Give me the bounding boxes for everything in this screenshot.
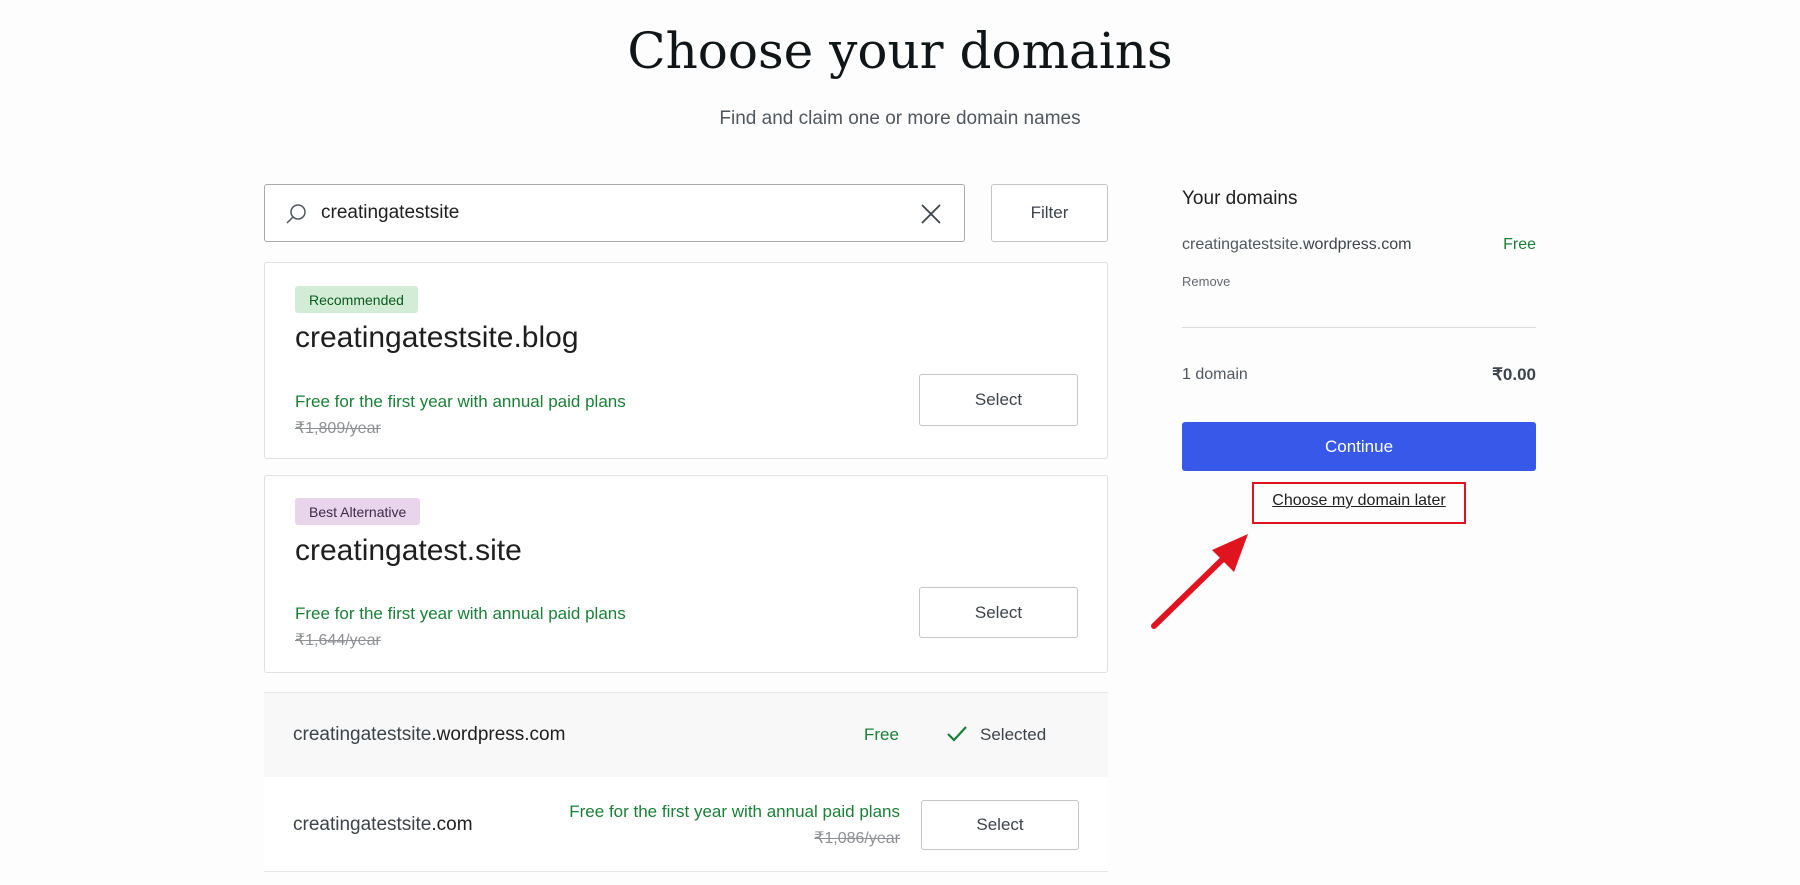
select-button[interactable]: Select [919, 374, 1078, 426]
domain-name: creatingatestsite.wordpress.com [293, 724, 566, 745]
offer-text: Free for the first year with annual paid… [295, 392, 626, 411]
original-price: ₹1,809/year [295, 420, 381, 437]
domain-row: creatingatestsite.com Free for the first… [264, 777, 1108, 872]
cart-total: ₹0.00 [1492, 365, 1536, 384]
select-button[interactable]: Select [919, 587, 1078, 638]
cart-domain-price: Free [1503, 236, 1536, 253]
domain-name: creatingatest.site [295, 534, 522, 567]
your-domains-heading: Your domains [1182, 188, 1298, 209]
price-free: Free [864, 725, 899, 744]
selected-status: Selected [980, 725, 1047, 744]
domain-card-best-alternative: Best Alternative creatingatest.site Free… [264, 475, 1108, 673]
domain-count: 1 domain [1182, 366, 1248, 383]
page-title: Choose your domains [627, 22, 1173, 80]
best-alternative-badge: Best Alternative [295, 498, 421, 525]
clear-search-icon[interactable] [920, 203, 942, 225]
annotation-arrow-icon [1151, 534, 1248, 629]
domain-search-field[interactable] [264, 184, 965, 242]
domain-name: creatingatestsite.com [293, 814, 473, 835]
original-price: ₹1,086/year [814, 830, 900, 847]
domain-card-recommended: Recommended creatingatestsite.blog Free … [264, 262, 1108, 459]
original-price: ₹1,644/year [295, 632, 381, 649]
search-input[interactable] [321, 197, 881, 229]
page-subtitle: Find and claim one or more domain names [719, 108, 1081, 129]
choose-domain-later-link[interactable]: Choose my domain later [1252, 492, 1466, 510]
domain-name: creatingatestsite.blog [295, 321, 579, 354]
recommended-badge: Recommended [295, 286, 418, 313]
continue-button[interactable]: Continue [1182, 422, 1536, 471]
select-button[interactable]: Select [921, 800, 1079, 850]
offer-text: Free for the first year with annual paid… [295, 604, 626, 623]
offer-text: Free for the first year with annual paid… [569, 802, 900, 821]
filter-button[interactable]: Filter [991, 184, 1108, 242]
remove-domain-link[interactable]: Remove [1182, 274, 1230, 289]
search-icon [286, 204, 306, 224]
divider [1182, 327, 1536, 328]
checkmark-icon [947, 726, 967, 742]
domain-row-selected: creatingatestsite.wordpress.com Free Sel… [264, 692, 1108, 778]
cart-domain-name: creatingatestsite.wordpress.com [1182, 236, 1412, 253]
